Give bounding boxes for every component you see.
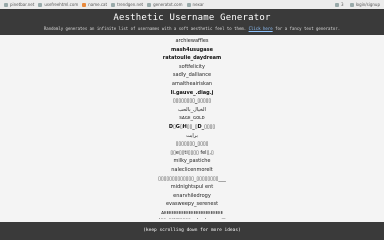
username-item[interactable]: ratatoulie_daydream bbox=[0, 54, 384, 63]
username-item[interactable]: midnightspul ent bbox=[0, 183, 384, 192]
username-item[interactable]: naleclicenmorelt bbox=[0, 166, 384, 175]
fancy-text-link[interactable]: Click here bbox=[249, 26, 273, 31]
scroll-hint: (keep scrolling down for more ideas) bbox=[143, 228, 241, 233]
username-item[interactable]: amaltheairiskan bbox=[0, 80, 384, 89]
username-item[interactable]: (▯▯_▯▯)▼▯▯▯▯gelaplugoon▼ bbox=[0, 217, 384, 219]
username-item[interactable]: evasweepy_serenest bbox=[0, 200, 384, 209]
tab-4[interactable]: generatxt.com bbox=[147, 2, 183, 7]
favicon-icon bbox=[111, 2, 116, 7]
footer: (keep scrolling down for more ideas) bbox=[0, 222, 384, 240]
top-bar-links: pinetbar.net usefreehtml.com name.cat trend… bbox=[0, 2, 204, 7]
page-title: Aesthetic Username Generator bbox=[113, 13, 271, 23]
header: Aesthetic Username Generator Randomly ge… bbox=[0, 9, 384, 35]
tab-3[interactable]: trendgen.net bbox=[111, 2, 143, 7]
username-item[interactable]: ▯▯▯▯▯▯▯▯▯▯▯▯▯_▯▯▯▯▯▯▯▯___ bbox=[0, 175, 384, 184]
username-item[interactable]: sadly_dalliance bbox=[0, 71, 384, 80]
subtitle-text: Randomly generates an infinite list of u… bbox=[43, 26, 249, 31]
tab-5[interactable]: nexar bbox=[186, 2, 204, 7]
tab-2[interactable]: name.cat bbox=[82, 2, 107, 7]
username-item[interactable]: li.gauve_.diag.j bbox=[0, 89, 384, 98]
user-icon bbox=[349, 2, 354, 7]
favicon-icon bbox=[147, 2, 152, 7]
favicon-icon bbox=[4, 2, 8, 7]
username-item[interactable]: softfelicity bbox=[0, 63, 384, 72]
favicon-icon bbox=[82, 2, 87, 7]
username-item[interactable]: milky_pastiche bbox=[0, 157, 384, 166]
favicon-icon bbox=[186, 2, 191, 7]
username-item[interactable]: ▯▯▯▯▯▯▯_▯▯▯▯ bbox=[0, 140, 384, 149]
tab-label: usefreehtml.com bbox=[44, 2, 79, 7]
tab-1[interactable]: usefreehtml.com bbox=[38, 2, 78, 7]
tab-label: nexar bbox=[192, 2, 204, 7]
tab-0[interactable]: pinetbar.net bbox=[4, 2, 34, 7]
username-item[interactable]: mash4usugase bbox=[0, 46, 384, 55]
username-item[interactable]: D▯G▯H▯▯_▯D_▯▯▯▯ bbox=[0, 123, 384, 132]
tab-label: generatxt.com bbox=[153, 2, 183, 7]
notification-button[interactable]: 3 bbox=[335, 2, 344, 7]
tab-label: trendgen.net bbox=[117, 2, 144, 7]
top-bar-right-label: 3 bbox=[341, 2, 344, 7]
username-item[interactable]: ﺍﻟﺨﻴﺎﻝ_ﺑﺎﻟﺤﺐ bbox=[0, 106, 384, 115]
top-bar-right: 3 login/signup bbox=[329, 2, 380, 7]
username-list: archiewaffles mash4usugase ratatoulie_dayd… bbox=[0, 37, 384, 219]
username-item[interactable]: ﺑﺮﺍﻳﺖ bbox=[0, 132, 384, 141]
favicon-icon bbox=[38, 2, 43, 7]
username-item[interactable]: ▯▯▯▯▯▯▯▯_▯▯▯▯▯ bbox=[0, 97, 384, 106]
login-link[interactable]: login/signup bbox=[349, 2, 380, 7]
page-subtitle: Randomly generates an infinite list of u… bbox=[0, 26, 384, 32]
bell-icon bbox=[335, 2, 340, 7]
username-item[interactable]: ▯▯e▯▯ti▯▯▯▯ fel▯,▯ bbox=[0, 149, 384, 158]
tab-label: pinetbar.net bbox=[10, 2, 35, 7]
subtitle-text-end: for a fancy text generator. bbox=[272, 26, 341, 31]
username-item[interactable]: ᴀᴇᴇᴇᴇᴇᴇᴇᴇᴇᴇᴇᴇᴇᴇᴇᴇᴇᴇᴇᴇᴇᴇᴇᴇ bbox=[0, 209, 384, 218]
username-item[interactable]: archiewaffles bbox=[0, 37, 384, 46]
top-bar-right-label: login/signup bbox=[355, 2, 380, 7]
tab-label: name.cat bbox=[88, 2, 108, 7]
username-item[interactable]: enarvhiledrogy bbox=[0, 192, 384, 201]
username-item[interactable]: ꜱᴀɢᴇ_ɢᴏʟᴅ bbox=[0, 114, 384, 123]
